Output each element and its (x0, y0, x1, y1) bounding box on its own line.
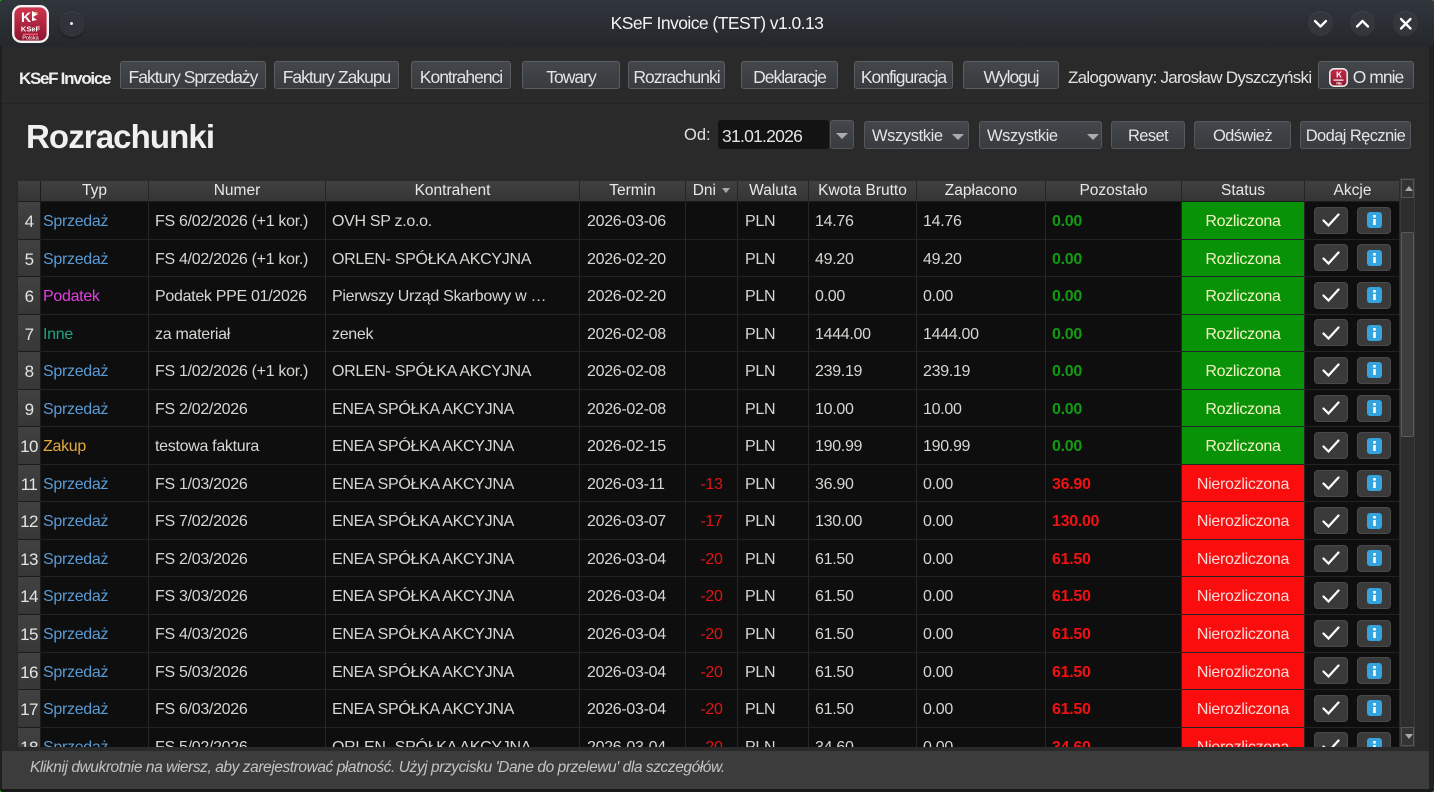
svg-text:KSeF: KSeF (21, 25, 41, 34)
svg-text:Polska: Polska (22, 36, 39, 42)
svg-text:K: K (21, 9, 31, 25)
